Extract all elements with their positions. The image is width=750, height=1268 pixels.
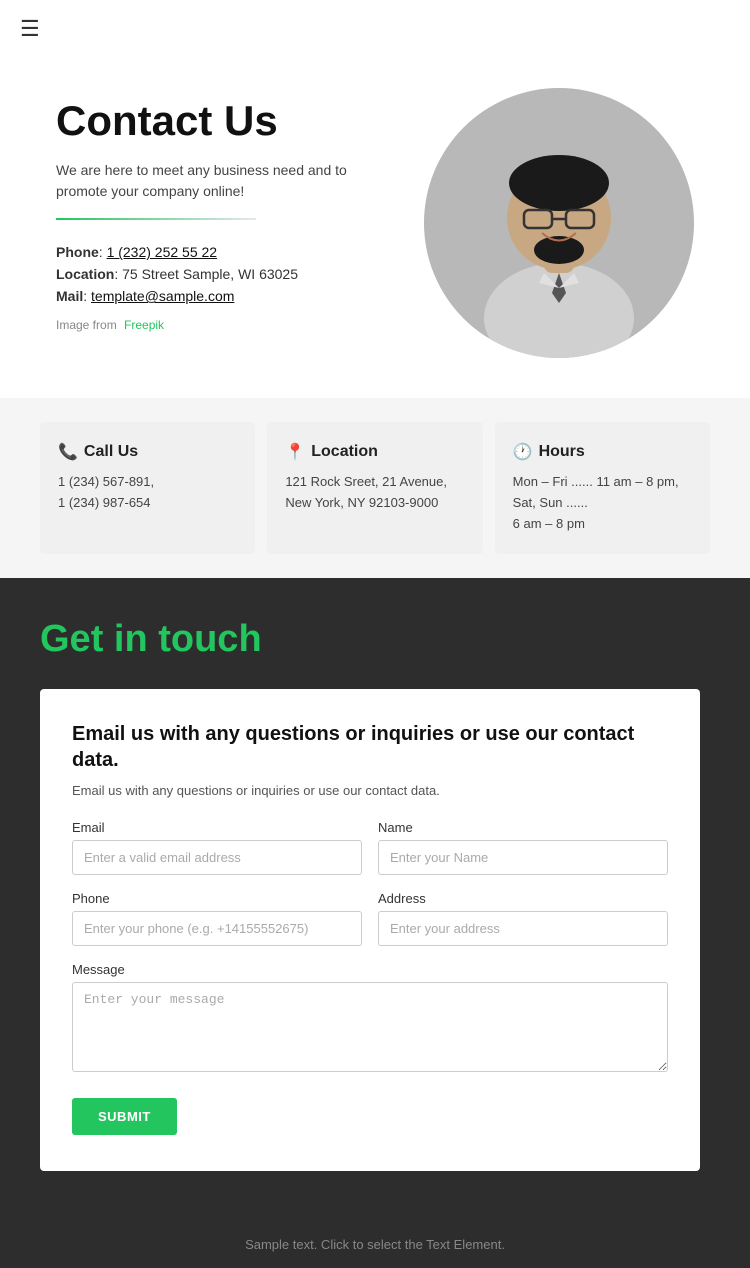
location-icon: 📍 [285, 442, 305, 462]
message-label: Message [72, 962, 668, 977]
card-call-us: 📞 Call Us 1 (234) 567-891, 1 (234) 987-6… [40, 422, 255, 554]
image-credit-text: Image from [56, 318, 117, 332]
phone-input[interactable] [72, 911, 362, 946]
card-call-text: 1 (234) 567-891, 1 (234) 987-654 [58, 472, 237, 514]
card-call-title: 📞 Call Us [58, 442, 237, 462]
card-location-text: 121 Rock Sreet, 21 Avenue, New York, NY … [285, 472, 464, 514]
card-hours-title: 🕐 Hours [513, 442, 692, 462]
card-call-line1: 1 (234) 567-891, [58, 474, 154, 489]
hero-divider [56, 218, 256, 220]
form-group-email: Email [72, 820, 362, 875]
card-call-line2: 1 (234) 987-654 [58, 495, 151, 510]
form-group-phone: Phone [72, 891, 362, 946]
info-cards-section: 📞 Call Us 1 (234) 567-891, 1 (234) 987-6… [0, 398, 750, 578]
location-label: Location [56, 266, 114, 282]
form-row-phone-address: Phone Address [72, 891, 668, 946]
get-in-touch-heading: Get in touch [40, 618, 710, 661]
card-hours-line1: Mon – Fri ...... 11 am – 8 pm, Sat, Sun … [513, 474, 679, 510]
mail-info: Mail: template@sample.com [56, 288, 394, 304]
card-location: 📍 Location 121 Rock Sreet, 21 Avenue, Ne… [267, 422, 482, 554]
email-label: Email [72, 820, 362, 835]
form-card: Email us with any questions or inquiries… [40, 689, 700, 1171]
form-group-message: Message [72, 962, 668, 1072]
top-nav: ☰ [0, 0, 750, 58]
phone-label: Phone [56, 244, 99, 260]
address-label: Address [378, 891, 668, 906]
form-group-name: Name [378, 820, 668, 875]
message-textarea[interactable] [72, 982, 668, 1072]
location-info: Location: 75 Street Sample, WI 63025 [56, 266, 394, 282]
form-card-desc: Email us with any questions or inquiries… [72, 783, 668, 798]
hero-subtitle: We are here to meet any business need an… [56, 160, 394, 202]
hero-text: Contact Us We are here to meet any busin… [56, 88, 424, 332]
phone-field-label: Phone [72, 891, 362, 906]
card-call-label: Call Us [84, 443, 138, 461]
phone-info: Phone: 1 (232) 252 55 22 [56, 244, 394, 260]
card-hours: 🕐 Hours Mon – Fri ...... 11 am – 8 pm, S… [495, 422, 710, 554]
footer: Sample text. Click to select the Text El… [0, 1221, 750, 1268]
name-input[interactable] [378, 840, 668, 875]
submit-button[interactable]: SUBMIT [72, 1098, 177, 1135]
hero-image [424, 88, 694, 358]
call-icon: 📞 [58, 442, 78, 462]
footer-text: Sample text. Click to select the Text El… [16, 1237, 734, 1252]
form-card-title: Email us with any questions or inquiries… [72, 721, 668, 773]
form-group-address: Address [378, 891, 668, 946]
get-in-touch-section: Get in touch Email us with any questions… [0, 578, 750, 1221]
address-input[interactable] [378, 911, 668, 946]
mail-link[interactable]: template@sample.com [91, 288, 234, 304]
form-row-email-name: Email Name [72, 820, 668, 875]
location-value: 75 Street Sample, WI 63025 [122, 266, 298, 282]
hamburger-icon[interactable]: ☰ [20, 16, 40, 41]
name-label: Name [378, 820, 668, 835]
freepik-link[interactable]: Freepik [124, 318, 164, 332]
hero-section: Contact Us We are here to meet any busin… [0, 58, 750, 398]
card-location-label: Location [311, 443, 378, 461]
card-hours-text: Mon – Fri ...... 11 am – 8 pm, Sat, Sun … [513, 472, 692, 534]
card-location-title: 📍 Location [285, 442, 464, 462]
card-location-line1: 121 Rock Sreet, 21 Avenue, New York, NY … [285, 474, 447, 510]
phone-link[interactable]: 1 (232) 252 55 22 [107, 244, 218, 260]
email-input[interactable] [72, 840, 362, 875]
card-hours-label: Hours [539, 443, 585, 461]
contact-form: Email Name Phone Address [72, 820, 668, 1135]
hours-icon: 🕐 [513, 442, 533, 462]
image-credit: Image from Freepik [56, 318, 394, 332]
mail-label: Mail [56, 288, 83, 304]
hero-title: Contact Us [56, 98, 394, 144]
card-hours-line2: 6 am – 8 pm [513, 516, 585, 531]
